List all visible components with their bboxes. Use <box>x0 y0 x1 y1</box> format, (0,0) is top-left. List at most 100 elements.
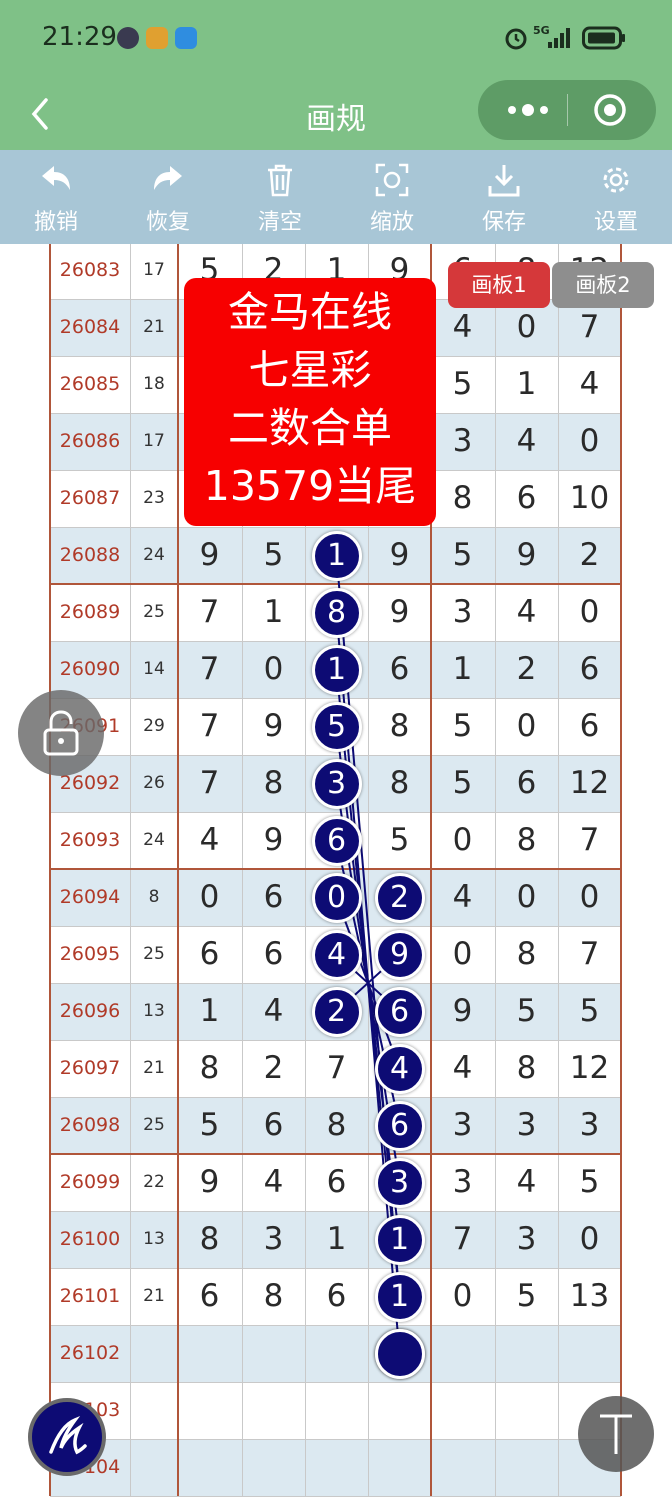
close-target-icon[interactable] <box>592 92 628 128</box>
digit-cell[interactable]: 9 <box>242 812 305 869</box>
digit-cell[interactable]: 0 <box>431 926 494 983</box>
digit-cell[interactable] <box>242 1382 305 1439</box>
digit-cell[interactable] <box>178 1325 241 1382</box>
more-icon[interactable] <box>502 96 554 124</box>
digit-cell[interactable]: 3 <box>495 1097 558 1154</box>
digit-cell[interactable]: 4 <box>495 584 558 641</box>
digit-cell[interactable]: 5 <box>558 1154 621 1211</box>
digit-cell[interactable]: 3 <box>431 1154 494 1211</box>
digit-cell[interactable]: 5 <box>242 527 305 584</box>
marked-digit[interactable]: 8 <box>311 587 362 638</box>
digit-cell[interactable]: 8 <box>242 755 305 812</box>
marked-digit[interactable]: 6 <box>311 815 362 866</box>
digit-cell[interactable]: 9 <box>495 527 558 584</box>
digit-cell[interactable]: 9 <box>178 527 241 584</box>
digit-cell[interactable] <box>242 1439 305 1496</box>
digit-cell[interactable]: 10 <box>558 470 621 527</box>
digit-cell[interactable] <box>305 1325 368 1382</box>
digit-cell[interactable]: 8 <box>178 1211 241 1268</box>
digit-cell[interactable]: 6 <box>178 1268 241 1325</box>
digit-cell[interactable]: 6 <box>558 698 621 755</box>
digit-cell[interactable]: 0 <box>495 869 558 926</box>
digit-cell[interactable]: 5 <box>558 983 621 1040</box>
digit-cell[interactable]: 4 <box>431 1040 494 1097</box>
digit-cell[interactable]: 0 <box>431 1268 494 1325</box>
digit-cell[interactable]: 4 <box>495 413 558 470</box>
marked-digit[interactable]: 1 <box>374 1214 425 1265</box>
zoom-button[interactable]: 缩放 <box>336 150 448 244</box>
digit-cell[interactable]: 7 <box>431 1211 494 1268</box>
digit-cell[interactable]: 6 <box>242 926 305 983</box>
digit-cell[interactable] <box>431 1325 494 1382</box>
digit-cell[interactable]: 9 <box>178 1154 241 1211</box>
digit-cell[interactable]: 6 <box>242 869 305 926</box>
marked-digit[interactable]: 3 <box>374 1157 425 1208</box>
digit-cell[interactable]: 7 <box>558 812 621 869</box>
digit-cell[interactable]: 8 <box>368 698 431 755</box>
digit-cell[interactable]: 8 <box>305 1097 368 1154</box>
digit-cell[interactable]: 4 <box>178 812 241 869</box>
digit-cell[interactable] <box>368 1382 431 1439</box>
digit-cell[interactable]: 2 <box>558 527 621 584</box>
digit-cell[interactable]: 6 <box>558 641 621 698</box>
settings-button[interactable]: 设置 <box>560 150 672 244</box>
digit-cell[interactable] <box>495 1382 558 1439</box>
digit-cell[interactable]: 4 <box>242 1154 305 1211</box>
digit-cell[interactable] <box>431 1382 494 1439</box>
pen-button[interactable] <box>28 1398 106 1476</box>
digit-cell[interactable]: 2 <box>242 1040 305 1097</box>
digit-cell[interactable]: 8 <box>178 1040 241 1097</box>
digit-cell[interactable]: 6 <box>495 755 558 812</box>
marked-digit[interactable]: 1 <box>374 1271 425 1322</box>
digit-cell[interactable]: 5 <box>495 1268 558 1325</box>
lock-button[interactable] <box>18 690 104 776</box>
digit-cell[interactable]: 4 <box>242 983 305 1040</box>
digit-cell[interactable]: 6 <box>368 641 431 698</box>
digit-cell[interactable]: 9 <box>368 527 431 584</box>
digit-cell[interactable]: 3 <box>242 1211 305 1268</box>
digit-cell[interactable]: 5 <box>495 983 558 1040</box>
digit-cell[interactable]: 8 <box>495 812 558 869</box>
digit-cell[interactable]: 4 <box>431 869 494 926</box>
digit-cell[interactable] <box>305 1382 368 1439</box>
scroll-top-button[interactable] <box>578 1396 654 1472</box>
digit-cell[interactable]: 12 <box>558 1040 621 1097</box>
digit-cell[interactable]: 4 <box>558 356 621 413</box>
marked-digit[interactable]: 2 <box>311 986 362 1037</box>
digit-cell[interactable]: 8 <box>495 926 558 983</box>
digit-cell[interactable]: 5 <box>431 527 494 584</box>
digit-cell[interactable]: 3 <box>431 413 494 470</box>
digit-cell[interactable]: 0 <box>558 413 621 470</box>
digit-cell[interactable]: 3 <box>558 1097 621 1154</box>
digit-cell[interactable]: 8 <box>242 1268 305 1325</box>
digit-cell[interactable]: 9 <box>431 983 494 1040</box>
digit-cell[interactable]: 6 <box>178 926 241 983</box>
digit-cell[interactable]: 7 <box>178 755 241 812</box>
digit-cell[interactable]: 6 <box>495 470 558 527</box>
marked-digit[interactable]: 2 <box>374 872 425 923</box>
digit-cell[interactable] <box>558 1325 621 1382</box>
tab-board-2[interactable]: 画板2 <box>552 262 654 308</box>
digit-cell[interactable]: 6 <box>305 1268 368 1325</box>
digit-cell[interactable]: 5 <box>368 812 431 869</box>
digit-cell[interactable]: 7 <box>178 698 241 755</box>
digit-cell[interactable]: 7 <box>558 926 621 983</box>
digit-cell[interactable] <box>178 1439 241 1496</box>
tab-board-1[interactable]: 画板1 <box>448 262 550 308</box>
digit-cell[interactable] <box>431 1439 494 1496</box>
digit-cell[interactable]: 8 <box>368 755 431 812</box>
digit-cell[interactable]: 0 <box>178 869 241 926</box>
digit-cell[interactable]: 5 <box>431 356 494 413</box>
marked-digit[interactable]: 1 <box>311 644 362 695</box>
digit-cell[interactable]: 9 <box>242 698 305 755</box>
save-button[interactable]: 保存 <box>448 150 560 244</box>
digit-cell[interactable]: 1 <box>178 983 241 1040</box>
digit-cell[interactable] <box>368 1439 431 1496</box>
digit-cell[interactable] <box>495 1325 558 1382</box>
digit-cell[interactable]: 4 <box>495 1154 558 1211</box>
redo-button[interactable]: 恢复 <box>112 150 224 244</box>
digit-cell[interactable]: 8 <box>495 1040 558 1097</box>
digit-cell[interactable]: 0 <box>558 584 621 641</box>
digit-cell[interactable]: 1 <box>431 641 494 698</box>
digit-cell[interactable] <box>495 1439 558 1496</box>
